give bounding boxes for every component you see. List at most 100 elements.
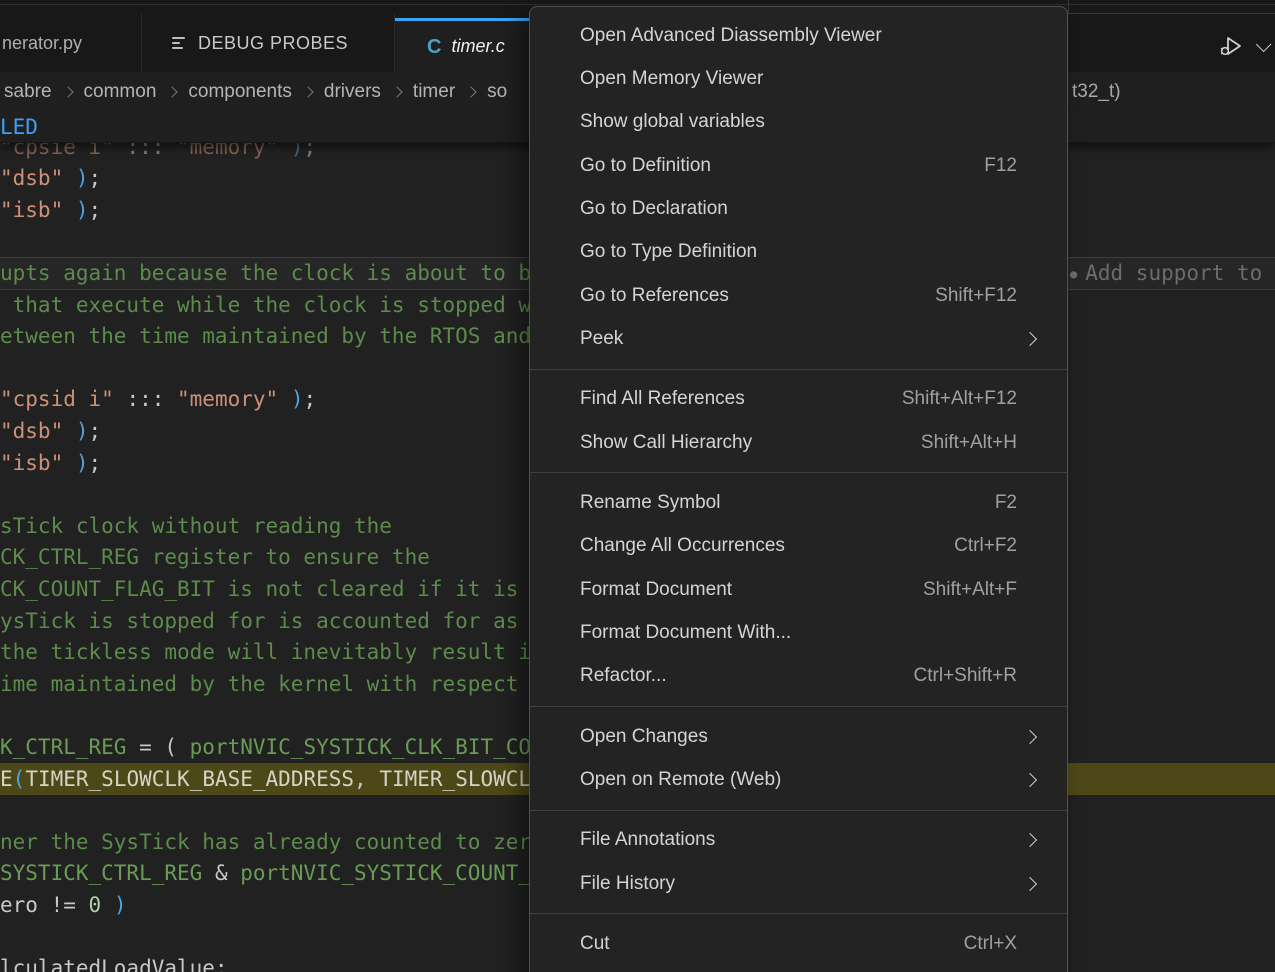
breadcrumb-item-source[interactable]: so bbox=[487, 81, 507, 103]
code-line: "isb" ); bbox=[0, 448, 101, 480]
code-line: ime maintained by the kernel with respec… bbox=[0, 669, 518, 701]
breadcrumb-item-common[interactable]: common bbox=[84, 81, 157, 103]
code-line: "cpsid i" ::: "memory" ); bbox=[0, 384, 316, 416]
debug-play-icon bbox=[1218, 33, 1244, 59]
menu-separator bbox=[530, 706, 1067, 707]
menu-item-label: Open Memory Viewer bbox=[580, 68, 1039, 90]
menu-separator bbox=[530, 369, 1067, 370]
breadcrumb-item-sabre[interactable]: sabre bbox=[4, 81, 52, 103]
menu-separator bbox=[530, 472, 1067, 473]
menu-item-file-history[interactable]: File History bbox=[530, 862, 1067, 905]
menu-item-shortcut: Ctrl+X bbox=[964, 933, 1039, 955]
panel-corner-border-vertical bbox=[1068, 0, 1069, 13]
vscode-window: "cpsie i" ::: "memory" );"dsb" );"isb" )… bbox=[0, 0, 1275, 972]
c-file-icon: C bbox=[427, 37, 441, 57]
code-line: ero != 0 ) bbox=[0, 890, 126, 922]
menu-item-open-memory-viewer[interactable]: Open Memory Viewer bbox=[530, 57, 1067, 100]
breadcrumb-symbol-fragment: t32_t) bbox=[1072, 72, 1121, 112]
code-line: CK_COUNT_FLAG_BIT is not cleared if it i… bbox=[0, 574, 518, 606]
menu-item-format-document[interactable]: Format DocumentShift+Alt+F bbox=[530, 568, 1067, 611]
menu-item-cut[interactable]: CutCtrl+X bbox=[530, 922, 1067, 965]
menu-item-label: Cut bbox=[580, 933, 964, 955]
menu-item-label: Find All References bbox=[580, 388, 902, 410]
code-line: etween the time maintained by the RTOS a… bbox=[0, 321, 531, 353]
breadcrumb-item-components[interactable]: components bbox=[188, 81, 292, 103]
code-line: "isb" ); bbox=[0, 195, 101, 227]
editor-actions bbox=[1216, 30, 1267, 62]
menu-item-file-annotations[interactable]: File Annotations bbox=[530, 819, 1067, 862]
menu-item-label: Open Advanced Diassembly Viewer bbox=[580, 25, 1039, 47]
tab-generator-py[interactable]: nerator.py bbox=[0, 14, 142, 72]
menu-item-label: Format Document bbox=[580, 579, 923, 601]
menu-item-label: Change All Occurrences bbox=[580, 535, 954, 557]
menu-item-peek[interactable]: Peek bbox=[530, 317, 1067, 360]
code-line: lculatedLoadValue; bbox=[0, 953, 228, 972]
chevron-right-icon bbox=[167, 86, 178, 97]
menu-item-show-global-variables[interactable]: Show global variables bbox=[530, 101, 1067, 144]
menu-item-label: File Annotations bbox=[580, 829, 1039, 851]
breadcrumb-item-timer[interactable]: timer bbox=[413, 81, 455, 103]
blame-bullet-icon: ● bbox=[1070, 267, 1077, 281]
menu-separator bbox=[530, 913, 1067, 914]
inline-blame-hint: ● Add support to bbox=[1070, 258, 1262, 290]
menu-item-format-document-with[interactable]: Format Document With... bbox=[530, 611, 1067, 654]
menu-item-shortcut: Shift+Alt+F bbox=[923, 579, 1039, 601]
blame-text: Add support to bbox=[1085, 261, 1262, 285]
code-line: ner the SysTick has already counted to z… bbox=[0, 827, 531, 859]
code-line: upts again because the clock is about to… bbox=[0, 258, 531, 290]
menu-item-show-call-hierarchy[interactable]: Show Call HierarchyShift+Alt+H bbox=[530, 421, 1067, 464]
menu-item-refactor[interactable]: Refactor...Ctrl+Shift+R bbox=[530, 655, 1067, 698]
chevron-right-icon bbox=[62, 86, 73, 97]
breadcrumb-item-drivers[interactable]: drivers bbox=[324, 81, 381, 103]
tab-label: nerator.py bbox=[2, 33, 82, 54]
menu-item-label: Open on Remote (Web) bbox=[580, 769, 1039, 791]
menu-item-label: Format Document With... bbox=[580, 622, 1039, 644]
menu-item-open-changes[interactable]: Open Changes bbox=[530, 715, 1067, 758]
code-line: ysTick is stopped for is accounted for a… bbox=[0, 606, 518, 638]
menu-item-shortcut: Shift+Alt+F12 bbox=[902, 388, 1039, 410]
menu-item-shortcut: Shift+Alt+H bbox=[921, 432, 1039, 454]
menu-item-label: Go to Declaration bbox=[580, 198, 1039, 220]
menu-item-go-to-definition[interactable]: Go to DefinitionF12 bbox=[530, 144, 1067, 187]
code-line: "dsb" ); bbox=[0, 416, 101, 448]
list-icon bbox=[172, 37, 186, 49]
chevron-right-icon bbox=[302, 86, 313, 97]
debug-run-button[interactable] bbox=[1216, 31, 1246, 61]
menu-item-shortcut: Shift+F12 bbox=[935, 285, 1039, 307]
menu-item-go-to-declaration[interactable]: Go to Declaration bbox=[530, 187, 1067, 230]
chevron-right-icon bbox=[391, 86, 402, 97]
menu-item-shortcut: F2 bbox=[995, 492, 1039, 514]
menu-item-label: Show global variables bbox=[580, 111, 1039, 133]
menu-item-label: File History bbox=[580, 873, 1039, 895]
menu-item-change-all-occurrences[interactable]: Change All OccurrencesCtrl+F2 bbox=[530, 525, 1067, 568]
tab-timer-c[interactable]: C timer.c bbox=[395, 18, 545, 72]
menu-item-shortcut: Ctrl+F2 bbox=[954, 535, 1039, 557]
panel-corner-border-horizontal bbox=[1068, 13, 1275, 14]
code-line: the tickless mode will inevitably result… bbox=[0, 637, 531, 669]
context-menu: Open Advanced Diassembly Viewer Open Memo… bbox=[529, 6, 1068, 972]
code-line: K_CTRL_REG = ( portNVIC_SYSTICK_CLK_BIT_… bbox=[0, 732, 531, 764]
menu-item-go-to-type-definition[interactable]: Go to Type Definition bbox=[530, 231, 1067, 274]
menu-item-label: Show Call Hierarchy bbox=[580, 432, 921, 454]
tab-label: timer.c bbox=[451, 36, 504, 57]
tab-label: DEBUG PROBES bbox=[198, 33, 348, 54]
menu-item-label: Go to References bbox=[580, 285, 935, 307]
code-line: sTick clock without reading the bbox=[0, 511, 392, 543]
menu-item-find-all-references[interactable]: Find All ReferencesShift+Alt+F12 bbox=[530, 378, 1067, 421]
chevron-right-icon bbox=[465, 86, 476, 97]
menu-item-label: Peek bbox=[580, 328, 1039, 350]
menu-item-open-on-remote-web[interactable]: Open on Remote (Web) bbox=[530, 758, 1067, 801]
menu-separator bbox=[530, 810, 1067, 811]
menu-item-go-to-references[interactable]: Go to ReferencesShift+F12 bbox=[530, 274, 1067, 317]
menu-item-open-advanced-diassembly-viewer[interactable]: Open Advanced Diassembly Viewer bbox=[530, 14, 1067, 57]
code-line: "dsb" ); bbox=[0, 163, 101, 195]
menu-item-rename-symbol[interactable]: Rename SymbolF2 bbox=[530, 481, 1067, 524]
code-line: E(TIMER_SLOWCLK_BASE_ADDRESS, TIMER_SLOW… bbox=[0, 764, 531, 796]
menu-item-label: Rename Symbol bbox=[580, 492, 995, 514]
menu-item-label: Go to Type Definition bbox=[580, 241, 1039, 263]
menu-item-shortcut: F12 bbox=[984, 155, 1039, 177]
tab-debug-probes[interactable]: DEBUG PROBES bbox=[142, 14, 395, 72]
code-line: that execute while the clock is stopped … bbox=[0, 290, 531, 322]
menu-item-label: Open Changes bbox=[580, 726, 1039, 748]
menu-item-label: Go to Definition bbox=[580, 155, 984, 177]
